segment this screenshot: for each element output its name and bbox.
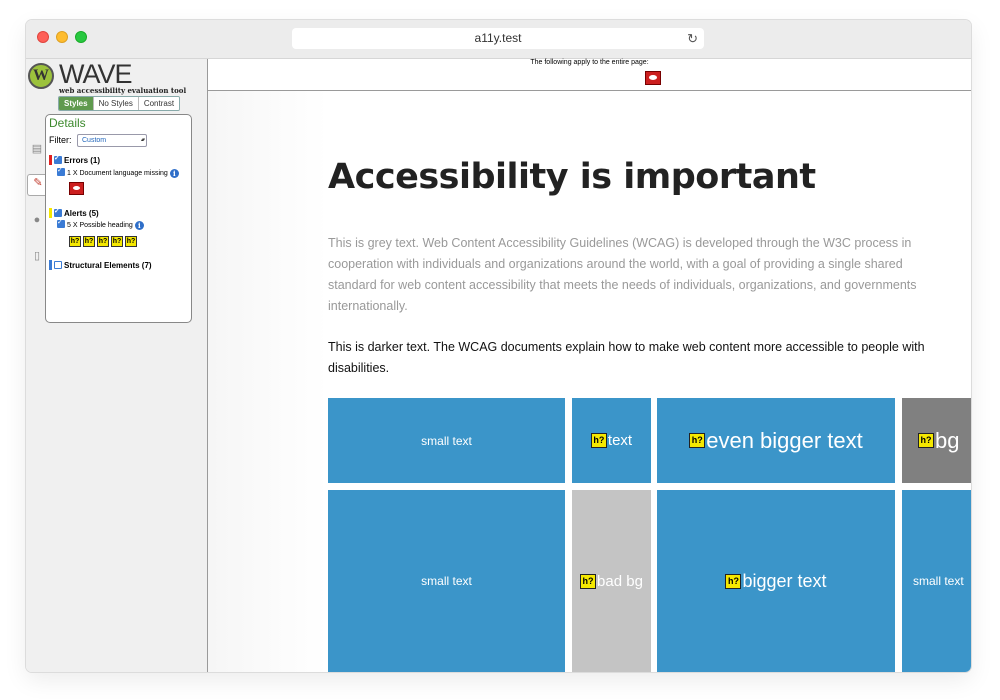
tile-label: bad bg bbox=[597, 572, 643, 590]
errors-checkbox[interactable] bbox=[54, 154, 62, 164]
filter-select[interactable]: Custom bbox=[77, 134, 147, 147]
alerts-category: Alerts (5) bbox=[49, 207, 99, 218]
alerts-color-bar bbox=[49, 208, 52, 218]
info-icon[interactable]: i bbox=[134, 221, 144, 230]
errors-label: Errors (1) bbox=[64, 156, 101, 165]
possible-heading-icon[interactable]: h? bbox=[97, 236, 109, 247]
alerts-item-checkbox[interactable] bbox=[57, 218, 65, 228]
structural-label: Structural Elements (7) bbox=[64, 261, 152, 270]
tile-label: text bbox=[607, 432, 633, 449]
structural-category: Structural Elements (7) bbox=[49, 260, 152, 270]
tile-small-text: small text bbox=[328, 490, 565, 672]
tile-bad-bg: h? bad bg bbox=[572, 490, 651, 672]
minimize-window-button[interactable] bbox=[56, 31, 68, 43]
alerts-item: 5 X Possible headingi bbox=[57, 218, 144, 230]
dark-paragraph: This is darker text. The WCAG documents … bbox=[328, 340, 925, 375]
outline-tab-icon[interactable]: ▯ bbox=[29, 248, 45, 264]
tile-label: small text bbox=[421, 574, 472, 588]
page-notice-text: The following apply to the entire page: bbox=[530, 59, 649, 66]
possible-heading-icon[interactable]: h? bbox=[918, 433, 934, 448]
reload-icon[interactable]: ↻ bbox=[687, 28, 698, 49]
styles-button[interactable]: Styles bbox=[59, 97, 94, 110]
tile-bigger-text: h? bigger text bbox=[657, 490, 895, 672]
tile-bg: h? bg bbox=[902, 398, 971, 483]
errors-category: Errors (1) bbox=[49, 154, 101, 165]
page-notice-strip: The following apply to the entire page: bbox=[208, 59, 971, 91]
errors-item: 1 X Document language missingi bbox=[57, 166, 179, 178]
errors-color-bar bbox=[49, 155, 52, 165]
page-error-icon[interactable] bbox=[645, 71, 661, 85]
browser-titlebar: a11y.test ↻ bbox=[26, 20, 971, 59]
error-speech-bubble-icon[interactable] bbox=[69, 182, 84, 195]
no-styles-button[interactable]: No Styles bbox=[93, 97, 139, 110]
possible-heading-icon[interactable]: h? bbox=[111, 236, 123, 247]
tile-label: bg bbox=[935, 427, 960, 453]
possible-heading-icon[interactable]: h? bbox=[69, 236, 81, 247]
page-content: Accessibility is important This is grey … bbox=[208, 91, 971, 672]
wave-subtitle: web accessibility evaluation tool bbox=[59, 86, 187, 95]
close-window-button[interactable] bbox=[37, 31, 49, 43]
structural-color-bar bbox=[49, 260, 52, 270]
alerts-item-label: 5 X Possible heading bbox=[67, 222, 133, 229]
tile-text: h? text bbox=[572, 398, 651, 483]
alerts-label: Alerts (5) bbox=[64, 209, 99, 218]
possible-heading-icon[interactable]: h? bbox=[83, 236, 95, 247]
grey-paragraph: This is grey text. Web Content Accessibi… bbox=[328, 236, 917, 313]
tile-small-text: small text bbox=[328, 398, 565, 483]
zoom-window-button[interactable] bbox=[75, 31, 87, 43]
wave-sidebar: W WAVE web accessibility evaluation tool… bbox=[26, 59, 208, 672]
possible-heading-icon[interactable]: h? bbox=[580, 573, 597, 589]
tile-label: even bigger text bbox=[706, 427, 863, 453]
view-mode-toggle: Styles No Styles Contrast bbox=[58, 96, 181, 111]
tile-label: small text bbox=[421, 433, 472, 448]
url-text: a11y.test bbox=[474, 31, 522, 45]
filter-label: Filter: bbox=[49, 135, 72, 145]
details-panel: Details Filter: Custom Errors (1) 1 X Do… bbox=[45, 114, 192, 323]
wave-logo: W WAVE web accessibility evaluation tool bbox=[28, 59, 204, 95]
tile-label: bigger text bbox=[742, 570, 827, 591]
page-heading: Accessibility is important bbox=[328, 157, 816, 197]
possible-heading-icon[interactable]: h? bbox=[125, 236, 137, 247]
alerts-checkbox[interactable] bbox=[54, 207, 62, 217]
address-bar[interactable]: a11y.test ↻ bbox=[292, 28, 704, 49]
contrast-button[interactable]: Contrast bbox=[138, 97, 180, 110]
tile-small-text: small text bbox=[902, 490, 971, 672]
structural-checkbox[interactable] bbox=[54, 261, 62, 269]
browser-window: a11y.test ↻ W WAVE web accessibility eva… bbox=[26, 20, 971, 672]
details-title: Details bbox=[49, 116, 86, 130]
tile-even-bigger-text: h? even bigger text bbox=[657, 398, 895, 483]
wave-logo-icon: W bbox=[28, 63, 54, 89]
tile-label: small text bbox=[913, 574, 964, 588]
possible-heading-icon[interactable]: h? bbox=[590, 433, 607, 448]
possible-heading-icon[interactable]: h? bbox=[725, 573, 742, 589]
possible-heading-icon[interactable]: h? bbox=[689, 433, 706, 448]
errors-item-label: 1 X Document language missing bbox=[67, 170, 168, 177]
info-icon[interactable]: i bbox=[169, 169, 179, 178]
documentation-tab-icon[interactable]: ● bbox=[29, 212, 45, 228]
summary-tab-icon[interactable]: ▤ bbox=[29, 141, 45, 157]
errors-item-checkbox[interactable] bbox=[57, 166, 65, 176]
wave-title: WAVE bbox=[59, 59, 133, 89]
possible-heading-icons: h? h? h? h? h? bbox=[69, 236, 137, 247]
